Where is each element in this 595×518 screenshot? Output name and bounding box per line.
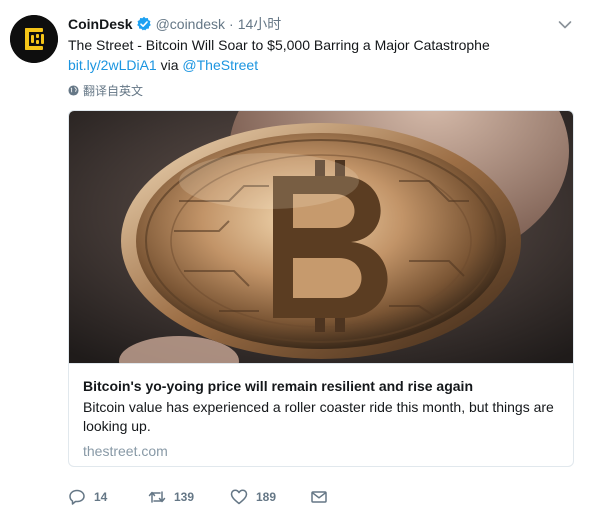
reply-count: 14	[94, 490, 108, 504]
translate-button[interactable]: 翻译自英文	[68, 82, 143, 98]
retweet-button[interactable]: 139	[148, 488, 230, 506]
card-title[interactable]: Bitcoin's yo-yoing price will remain res…	[83, 376, 559, 396]
card-body[interactable]: Bitcoin's yo-yoing price will remain res…	[69, 363, 573, 466]
link-card[interactable]: Bitcoin's yo-yoing price will remain res…	[68, 110, 574, 467]
retweet-count: 139	[174, 490, 195, 504]
like-button[interactable]: 189	[230, 488, 310, 506]
direct-message-button[interactable]	[310, 488, 340, 506]
tweet-header: CoinDesk @coindesk · 14小时	[68, 14, 281, 34]
verified-badge-icon	[136, 16, 152, 32]
card-image[interactable]	[69, 111, 573, 363]
envelope-icon	[311, 491, 327, 503]
avatar[interactable]	[10, 15, 58, 63]
tweet-text-line: The Street - Bitcoin Will Soar to $5,000…	[68, 37, 490, 53]
like-count: 189	[256, 490, 277, 504]
timestamp[interactable]: 14小时	[238, 14, 282, 34]
tweet-text-line-2: bit.ly/2wLDiA1 via @TheStreet	[68, 55, 578, 75]
retweet-icon	[148, 491, 166, 503]
separator-dot: ·	[229, 16, 234, 32]
via-label: via	[160, 57, 179, 73]
translate-label: 翻译自英文	[83, 83, 144, 98]
reply-icon	[69, 489, 85, 505]
chevron-down-icon	[558, 21, 572, 29]
heart-icon	[230, 489, 248, 505]
short-link[interactable]: bit.ly/2wLDiA1	[68, 57, 157, 73]
tweet-actions: 14 139 189	[68, 487, 340, 507]
author-name[interactable]: CoinDesk	[68, 16, 133, 32]
card-description: Bitcoin value has experienced a roller c…	[83, 399, 554, 434]
coindesk-logo-icon	[10, 15, 58, 63]
author-handle[interactable]: @coindesk	[156, 16, 225, 32]
globe-icon	[68, 84, 79, 96]
reply-button[interactable]: 14	[68, 488, 148, 506]
via-handle-link[interactable]: @TheStreet	[182, 57, 258, 73]
tweet-text: The Street - Bitcoin Will Soar to $5,000…	[68, 35, 578, 75]
more-options-button[interactable]	[556, 16, 574, 34]
card-domain: thestreet.com	[83, 443, 168, 459]
